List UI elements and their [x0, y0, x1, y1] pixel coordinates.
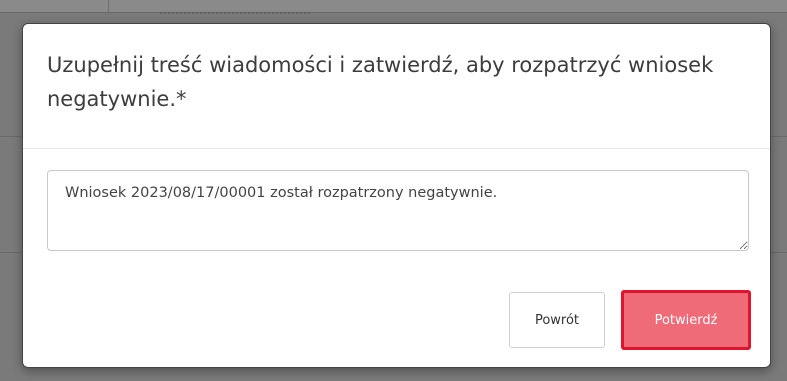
dialog-header: Uzupełnij treść wiadomości i zatwierdź, …: [23, 24, 770, 149]
back-button[interactable]: Powrót: [509, 292, 605, 348]
background-divider: [0, 12, 787, 13]
background-divider: [108, 0, 109, 12]
dialog-title: Uzupełnij treść wiadomości i zatwierdź, …: [47, 53, 714, 111]
confirm-button[interactable]: Potwierdź: [621, 290, 751, 350]
message-textarea[interactable]: [47, 170, 749, 251]
background-obscured-text: [160, 12, 310, 19]
reject-request-dialog: Uzupełnij treść wiadomości i zatwierdź, …: [22, 23, 771, 368]
background-page-header: [0, 0, 787, 12]
